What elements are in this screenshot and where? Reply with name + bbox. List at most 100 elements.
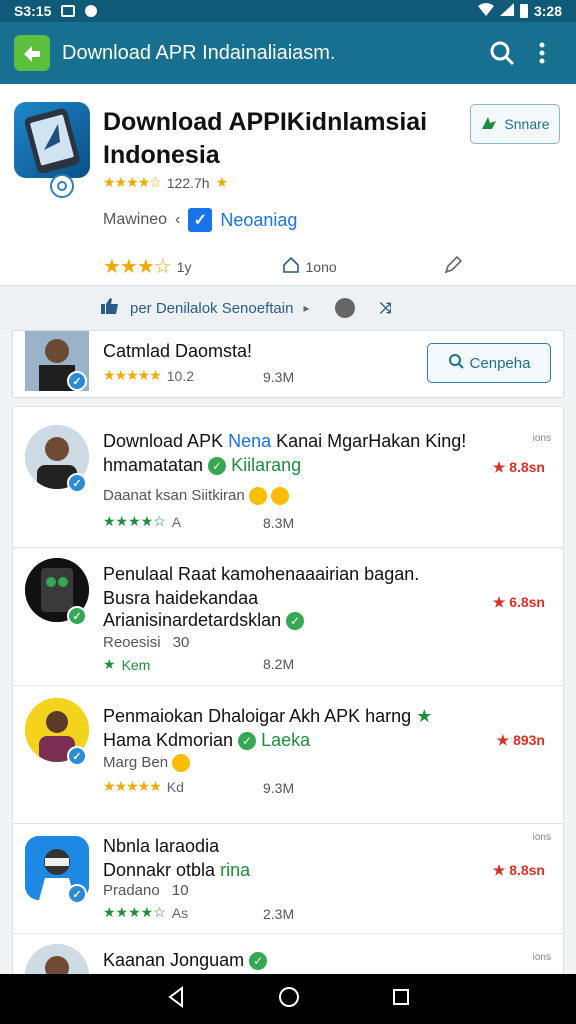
share-button[interactable]: Snnare bbox=[470, 104, 560, 144]
gallery-icon bbox=[61, 5, 76, 17]
rating-stars-icon: ★★★★★ bbox=[103, 367, 162, 383]
home-circle-icon[interactable] bbox=[278, 986, 300, 1013]
verified-badge-icon: ✓ bbox=[67, 606, 87, 626]
featured-rating: ★★★★★ 10.2 bbox=[103, 367, 194, 384]
list-item[interactable]: ✓ ions Nbnla laraodia Donnakr otbla rina… bbox=[12, 824, 564, 934]
item-price: ★ 893n bbox=[496, 732, 545, 748]
featured-row[interactable]: ✓ Catmlad Daomsta! ★★★★★ 10.2 9.3M Cenpe… bbox=[12, 330, 564, 398]
item-price-value: 6.8sn bbox=[509, 594, 545, 610]
item-subtitle-green: rina bbox=[220, 860, 251, 880]
item-price: ★ 6.8sn bbox=[492, 594, 545, 610]
signal-icon bbox=[499, 3, 514, 19]
list-item[interactable]: ✓ ions Download APK Nena Kanai MgarHakan… bbox=[12, 406, 564, 548]
check-circle-icon: ✓ bbox=[238, 732, 257, 751]
list-item[interactable]: ✓ Penmaiokan Dhaloigar Akh APK harng ★ H… bbox=[12, 686, 564, 824]
item-line3-text: Pradano bbox=[103, 882, 160, 899]
item-line3: Marg Ben bbox=[103, 754, 191, 773]
meta-size-value: 1ono bbox=[305, 258, 337, 275]
rating-stars-icon: ★★★★☆ bbox=[103, 904, 166, 920]
item-rating-value: A bbox=[171, 513, 182, 530]
item-title-highlight: Nena bbox=[228, 431, 272, 451]
item-subtitle-green: Laeka bbox=[261, 730, 311, 750]
item-line3-num: 10 bbox=[171, 882, 189, 899]
verified-badge-icon: ✓ bbox=[67, 371, 87, 391]
filter-bar[interactable]: per Denilalok Senoeftain ▸ ⤨ bbox=[0, 286, 576, 330]
item-subtitle-text: Hama Kdmorian bbox=[103, 730, 234, 750]
item-tag: ions bbox=[532, 433, 551, 444]
meta-size: 1ono bbox=[282, 256, 337, 277]
verified-badge-icon: ✓ bbox=[67, 884, 87, 904]
item-title: Download APK Nena Kanai MgarHakan King! bbox=[103, 429, 466, 453]
app-logo-icon[interactable] bbox=[14, 35, 50, 71]
meta-rating: 1y bbox=[176, 258, 192, 275]
item-line3: Daanat ksan Siitkiran bbox=[103, 487, 290, 506]
app-bar-title: Download APR Indainaliaiasm. bbox=[62, 41, 336, 64]
item-title: Penulaal Raat kamohenaaairian bagan. bbox=[103, 564, 420, 584]
item-subtitle-green: Kiilarang bbox=[231, 455, 302, 475]
item-subtitle: Busra haidekandaa bbox=[103, 588, 259, 608]
item-title: Nbnla laraodia bbox=[103, 836, 220, 856]
item-size: 8.3M bbox=[263, 515, 295, 531]
app-list: ✓ Catmlad Daomsta! ★★★★★ 10.2 9.3M Cenpe… bbox=[12, 330, 564, 994]
featured-rating-value: 10.2 bbox=[166, 367, 195, 384]
smile-emoji-icon bbox=[271, 487, 290, 506]
compare-button[interactable]: Cenpeha bbox=[427, 343, 551, 383]
item-line3-text: Arianisinardetardsklan bbox=[103, 610, 282, 630]
item-price-value: 893n bbox=[513, 732, 545, 748]
meta-stars-icon: ★★★☆ bbox=[103, 256, 172, 278]
item-price-value: 8.8sn bbox=[509, 459, 545, 475]
star-small-icon: ★ bbox=[215, 174, 229, 190]
search-icon[interactable] bbox=[482, 33, 522, 73]
rating-stars-icon: ★★★★★ bbox=[103, 778, 162, 794]
item-rating: ★ Kem bbox=[103, 656, 150, 673]
item-line3: Arianisinardetardsklan ✓ bbox=[103, 608, 305, 632]
verified-badge-icon: ✓ bbox=[67, 746, 87, 766]
list-item[interactable]: ✓ Penulaal Raat kamohenaaairian bagan. B… bbox=[12, 548, 564, 686]
more-vert-icon[interactable] bbox=[522, 33, 562, 73]
smile-emoji-icon bbox=[172, 754, 191, 773]
item-rating-value: As bbox=[171, 904, 189, 921]
shuffle-icon[interactable]: ⤨ bbox=[379, 300, 391, 317]
item-tag: ions bbox=[532, 952, 551, 963]
filter-label: per Denilalok Senoeftain bbox=[130, 299, 294, 317]
status-bar: S3:15 3:28 bbox=[0, 0, 576, 22]
item-price: ★ 8.8sn bbox=[492, 459, 545, 475]
item-rating-value: Kem bbox=[121, 656, 151, 673]
rating-count: 122.7h bbox=[166, 174, 210, 191]
back-icon[interactable] bbox=[166, 985, 186, 1013]
item-line3: Pradano 10 bbox=[103, 882, 189, 899]
item-subtitle-text: Donnakr otbla bbox=[103, 860, 216, 880]
compare-label: Cenpeha bbox=[469, 354, 531, 372]
recents-icon[interactable] bbox=[392, 988, 410, 1011]
check-circle-icon: ✓ bbox=[286, 612, 305, 631]
share-label: Snnare bbox=[504, 116, 550, 132]
item-title: Penmaiokan Dhaloigar Akh APK harng ★ bbox=[103, 704, 432, 728]
compass-icon[interactable] bbox=[335, 298, 356, 318]
edit-icon[interactable] bbox=[443, 255, 463, 278]
app-title: Download APPIKidnlamsiai Indonesia bbox=[103, 108, 428, 169]
app-header-card: Download APPIKidnlamsiai Indonesia ★ ★★★☆… bbox=[0, 84, 576, 286]
smile-emoji-icon bbox=[248, 487, 267, 506]
check-circle-icon: ✓ bbox=[208, 457, 227, 476]
hero-badge-icon bbox=[50, 174, 74, 198]
item-title: Kaanan Jonguam ✓ bbox=[103, 948, 268, 972]
app-hero-icon bbox=[14, 102, 90, 178]
chevron-right-icon: ▸ bbox=[303, 301, 310, 315]
item-line3-text: Daanat ksan Siitkiran bbox=[103, 487, 245, 504]
star-icon: ★ bbox=[416, 706, 433, 726]
battery-icon bbox=[519, 4, 528, 18]
search-icon bbox=[448, 353, 464, 373]
verified-badge-icon: ✓ bbox=[67, 473, 87, 493]
status-time-right: 3:28 bbox=[533, 3, 562, 19]
item-rating: ★★★★☆ As bbox=[103, 904, 188, 921]
item-title-text: Penmaiokan Dhaloigar Akh APK harng bbox=[103, 706, 412, 726]
item-subtitle-text: hmamatatan bbox=[103, 455, 204, 475]
item-title-text: Download APK bbox=[103, 431, 224, 451]
rating-stars-icon: ★★★★☆ bbox=[103, 513, 166, 529]
item-price-value: 8.8sn bbox=[509, 862, 545, 878]
status-time-left: S3:15 bbox=[14, 3, 52, 19]
item-tag: ions bbox=[532, 832, 551, 843]
item-rating: ★★★★★ Kd bbox=[103, 778, 184, 795]
verified-link[interactable]: ✓ Neoaniag bbox=[188, 208, 297, 232]
verified-check-icon: ✓ bbox=[188, 208, 213, 232]
